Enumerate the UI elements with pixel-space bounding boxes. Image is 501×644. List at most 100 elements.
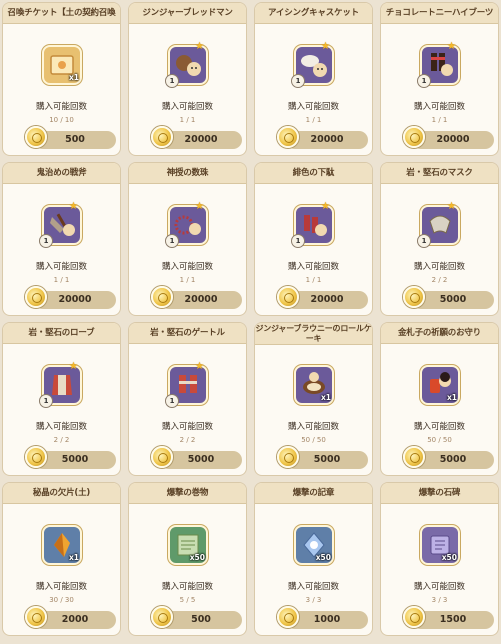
item-title: 神授の数珠 [129, 163, 246, 184]
purchase-count: 30 / 30 [49, 596, 74, 604]
purchase-limit-label: 購入可能回数 [35, 582, 87, 592]
star-icon: ★ [321, 201, 330, 212]
item-tile[interactable]: 1 ★ [39, 201, 82, 248]
star-icon: ★ [69, 201, 78, 212]
item-title: 爆撃の石碑 [381, 483, 498, 504]
shop-grid: 召喚チケット【土の契約召喚 x1 購入可能回数 10 / 10 500 ジンジャーブレッド… [0, 0, 501, 644]
shop-item-card[interactable]: 爆撃の記章 x50 購入可能回数 3 / 3 1000 [254, 482, 373, 636]
shop-item-card[interactable]: 爆撃の巻物 x50 購入可能回数 5 / 5 500 [128, 482, 247, 636]
purchase-count: 1 / 1 [53, 276, 70, 284]
shop-item-card[interactable]: 神授の数珠 1 ★ 購入可能回数 1 / 1 20000 [128, 162, 247, 316]
gold-coin-icon [151, 126, 173, 148]
item-tile[interactable]: 1 ★ [165, 201, 208, 248]
shop-item-card[interactable]: ジンジャーブレッドマン 1 ★ 購入可能回数 1 / 1 20000 [128, 2, 247, 156]
level-badge: 1 [291, 234, 305, 248]
item-title: アイシングキャスケット [255, 3, 372, 24]
purchase-limit-label: 購入可能回数 [413, 262, 465, 272]
purchase-count: 2 / 2 [53, 436, 70, 444]
item-quantity: x50 [441, 553, 457, 562]
shop-item-card[interactable]: 緋色の下駄 1 ★ 購入可能回数 1 / 1 20000 [254, 162, 373, 316]
level-badge: 1 [291, 74, 305, 88]
item-tile[interactable]: x50 [168, 525, 208, 565]
purchase-limit-label: 購入可能回数 [287, 262, 339, 272]
item-quantity: x50 [189, 553, 205, 562]
purchase-limit-label: 購入可能回数 [35, 102, 87, 112]
gold-coin-icon [403, 606, 425, 628]
shop-item-card[interactable]: 秘晶の欠片(土) x1 購入可能回数 30 / 30 2000 [2, 482, 121, 636]
purchase-count: 3 / 3 [305, 596, 322, 604]
item-tile[interactable]: 1 ★ [165, 41, 208, 88]
gold-coin-icon [25, 446, 47, 468]
purchase-limit-label: 購入可能回数 [287, 582, 339, 592]
purchase-limit-label: 購入可能回数 [161, 102, 213, 112]
item-title: 鬼治めの戦斧 [3, 163, 120, 184]
purchase-limit-label: 購入可能回数 [35, 422, 87, 432]
shop-item-card[interactable]: チョコレートニーハイブーツ 1 ★ 購入可能回数 1 / 1 20000 [380, 2, 499, 156]
star-icon: ★ [195, 361, 204, 372]
gold-coin-icon [403, 286, 425, 308]
purchase-count: 2 / 2 [431, 276, 448, 284]
purchase-count: 1 / 1 [179, 116, 196, 124]
star-icon: ★ [321, 41, 330, 52]
item-tile[interactable]: x1 [42, 525, 82, 565]
gold-coin-icon [277, 286, 299, 308]
item-tile[interactable]: x1 [42, 45, 82, 85]
item-tile[interactable]: x1 [420, 365, 460, 405]
level-badge: 1 [417, 234, 431, 248]
item-title: チョコレートニーハイブーツ [381, 3, 498, 24]
level-badge: 1 [417, 74, 431, 88]
purchase-count: 1 / 1 [305, 276, 322, 284]
level-badge: 1 [39, 234, 53, 248]
item-tile[interactable]: x50 [420, 525, 460, 565]
purchase-count: 3 / 3 [431, 596, 448, 604]
item-tile[interactable]: 1 ★ [165, 361, 208, 408]
shop-item-card[interactable]: ジンジャーブラウニーのロールケーキ x1 購入可能回数 50 / 50 5000 [254, 322, 373, 476]
level-badge: 1 [165, 74, 179, 88]
shop-item-card[interactable]: 鬼治めの戦斧 1 ★ 購入可能回数 1 / 1 20000 [2, 162, 121, 316]
item-title: 爆撃の巻物 [129, 483, 246, 504]
item-tile[interactable]: x50 [294, 525, 334, 565]
item-title: 緋色の下駄 [255, 163, 372, 184]
item-tile[interactable]: 1 ★ [39, 361, 82, 408]
shop-item-card[interactable]: 召喚チケット【土の契約召喚 x1 購入可能回数 10 / 10 500 [2, 2, 121, 156]
purchase-count: 1 / 1 [179, 276, 196, 284]
star-icon: ★ [69, 361, 78, 372]
star-icon: ★ [447, 201, 456, 212]
purchase-limit-label: 購入可能回数 [161, 582, 213, 592]
purchase-count: 50 / 50 [427, 436, 452, 444]
item-tile[interactable]: 1 ★ [417, 201, 460, 248]
item-title: 金札子の祈願のお守り [381, 323, 498, 344]
shop-item-card[interactable]: 岩・堅石のローブ 1 ★ 購入可能回数 2 / 2 5000 [2, 322, 121, 476]
gold-coin-icon [151, 446, 173, 468]
gold-coin-icon [277, 446, 299, 468]
level-badge: 1 [165, 394, 179, 408]
gold-coin-icon [403, 446, 425, 468]
item-tile[interactable]: 1 ★ [417, 41, 460, 88]
item-title: 秘晶の欠片(土) [3, 483, 120, 504]
level-badge: 1 [165, 234, 179, 248]
shop-item-card[interactable]: アイシングキャスケット 1 ★ 購入可能回数 1 / 1 20000 [254, 2, 373, 156]
purchase-count: 50 / 50 [301, 436, 326, 444]
item-quantity: x1 [446, 393, 457, 402]
item-title: ジンジャーブラウニーのロールケーキ [255, 323, 372, 345]
item-tile[interactable]: 1 ★ [291, 201, 334, 248]
shop-item-card[interactable]: 岩・堅石のゲートル 1 ★ 購入可能回数 2 / 2 5000 [128, 322, 247, 476]
gold-coin-icon [403, 126, 425, 148]
item-tile[interactable]: 1 ★ [291, 41, 334, 88]
shop-item-card[interactable]: 爆撃の石碑 x50 購入可能回数 3 / 3 1500 [380, 482, 499, 636]
purchase-limit-label: 購入可能回数 [161, 422, 213, 432]
item-quantity: x1 [68, 553, 79, 562]
purchase-count: 5 / 5 [179, 596, 196, 604]
shop-item-card[interactable]: 岩・堅石のマスク 1 ★ 購入可能回数 2 / 2 5000 [380, 162, 499, 316]
purchase-count: 1 / 1 [305, 116, 322, 124]
shop-item-card[interactable]: 金札子の祈願のお守り x1 購入可能回数 50 / 50 5000 [380, 322, 499, 476]
purchase-limit-label: 購入可能回数 [287, 422, 339, 432]
item-title: 召喚チケット【土の契約召喚 [3, 3, 120, 24]
gold-coin-icon [151, 286, 173, 308]
item-tile[interactable]: x1 [294, 365, 334, 405]
item-title: ジンジャーブレッドマン [129, 3, 246, 24]
purchase-limit-label: 購入可能回数 [413, 422, 465, 432]
item-title: 爆撃の記章 [255, 483, 372, 504]
purchase-count: 2 / 2 [179, 436, 196, 444]
item-title: 岩・堅石のローブ [3, 323, 120, 344]
